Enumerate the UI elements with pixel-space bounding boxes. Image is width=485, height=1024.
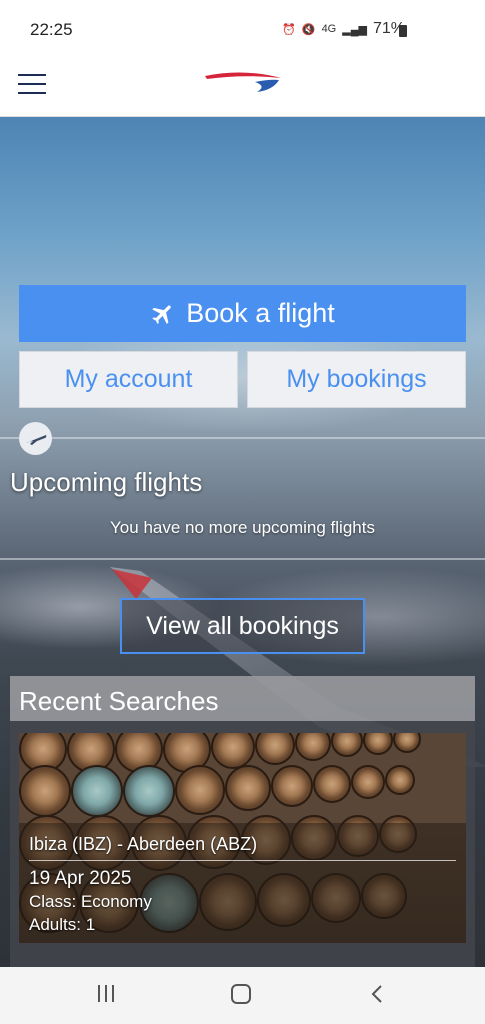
battery-icon (399, 25, 407, 37)
status-time: 22:25 (30, 20, 73, 39)
search-date: 19 Apr 2025 (29, 868, 132, 889)
app-bar (0, 60, 485, 117)
back-icon[interactable] (370, 984, 384, 1004)
alarm-icon: ⏰ (282, 23, 296, 36)
british-airways-logo (205, 72, 281, 92)
search-adults: Adults: 1 (29, 915, 96, 934)
hamburger-menu-icon[interactable] (18, 72, 48, 96)
search-class: Class: Economy (29, 892, 152, 911)
my-account-label: My account (64, 365, 193, 393)
search-route: Ibiza (IBZ) - Aberdeen (ABZ) (29, 834, 258, 854)
upcoming-flights-title: Upcoming flights (10, 467, 203, 497)
upcoming-flights-badge (19, 422, 52, 455)
my-account-button[interactable]: My account (19, 351, 238, 408)
recent-search-card[interactable]: Ibiza (IBZ) - Aberdeen (ABZ) 19 Apr 2025… (19, 733, 466, 943)
upcoming-flights-message: You have no more upcoming flights (110, 518, 375, 537)
recent-searches-title: Recent Searches (10, 676, 475, 721)
home-icon[interactable] (231, 984, 251, 1004)
status-icons: ⏰ 🔇 4G ▂▄▆ 71% (282, 20, 405, 38)
system-nav-bar (0, 967, 485, 1024)
signal-icon: ▂▄▆ (342, 23, 367, 36)
network-label: 4G (321, 23, 337, 35)
my-bookings-label: My bookings (286, 365, 427, 393)
barrels-image-row (19, 765, 466, 817)
book-flight-label: Book a flight (186, 298, 335, 328)
book-flight-button[interactable]: Book a flight (19, 285, 466, 342)
mute-icon: 🔇 (301, 23, 316, 36)
section-divider (0, 437, 485, 439)
view-all-bookings-label: View all bookings (146, 611, 339, 640)
airplane-takeoff-icon (25, 434, 46, 445)
my-bookings-button[interactable]: My bookings (247, 351, 466, 408)
recents-icon[interactable] (96, 985, 116, 1003)
view-all-bookings-button[interactable]: View all bookings (120, 598, 365, 654)
section-divider (0, 558, 485, 560)
route-divider (29, 860, 456, 861)
status-bar: 22:25 ⏰ 🔇 4G ▂▄▆ 71% (0, 0, 485, 60)
airplane-icon (152, 305, 171, 324)
